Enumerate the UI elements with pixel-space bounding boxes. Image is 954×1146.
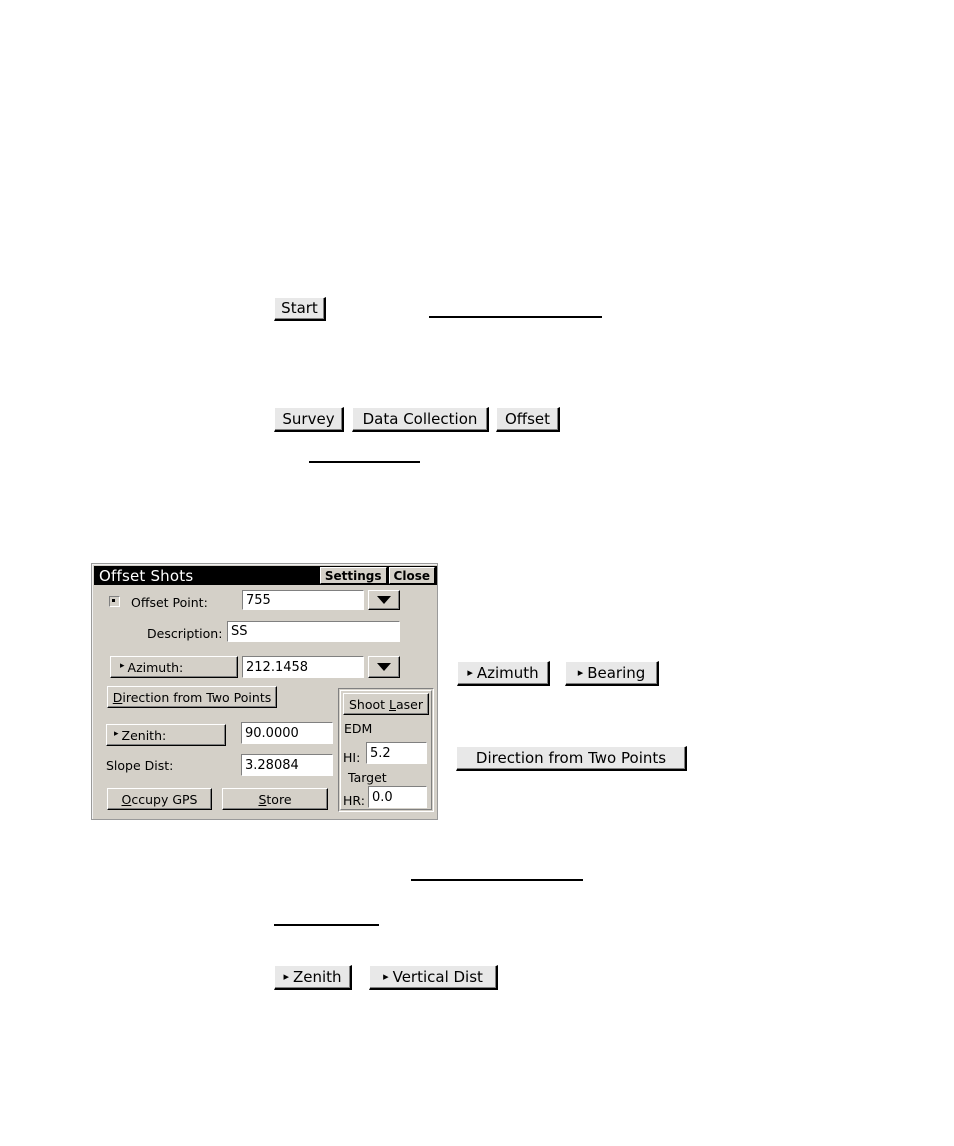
zenith-input[interactable]: 90.0000 bbox=[241, 722, 333, 744]
settings-button[interactable]: Settings bbox=[319, 567, 387, 584]
dialog-titlebar: Offset Shots Settings Close bbox=[94, 566, 437, 585]
close-button[interactable]: Close bbox=[388, 567, 435, 584]
answer-rule-2 bbox=[309, 461, 420, 463]
answer-rule-3 bbox=[411, 879, 583, 881]
azimuth-input[interactable]: 212.1458 bbox=[242, 656, 364, 678]
answer-rule-4 bbox=[274, 924, 379, 926]
shoot-laser-accel-letter: L bbox=[389, 696, 396, 712]
shoot-laser-post-text: aser bbox=[395, 696, 423, 712]
occupy-gps-accel-letter: O bbox=[121, 791, 132, 807]
azimuth-option-button[interactable]: ▸ Azimuth bbox=[457, 661, 550, 686]
zenith-option-button[interactable]: ▸ Zenith bbox=[274, 965, 352, 990]
store-rest-text: tore bbox=[266, 791, 292, 807]
triangle-right-icon: ▸ bbox=[120, 661, 125, 671]
direction-rest-text: irection from Two Points bbox=[122, 689, 272, 705]
triangle-right-icon: ▸ bbox=[467, 665, 473, 679]
hr-label: HR: bbox=[343, 793, 365, 808]
offset-button-label: Offset bbox=[504, 409, 551, 428]
direction-accel-letter: D bbox=[112, 689, 123, 705]
vertical-dist-option-label: Vertical Dist bbox=[392, 967, 483, 986]
vertical-dist-option-button[interactable]: ▸ Vertical Dist bbox=[369, 965, 498, 990]
start-button-label: Start bbox=[281, 299, 318, 317]
slope-dist-label: Slope Dist: bbox=[106, 758, 174, 773]
survey-button-label: Survey bbox=[282, 409, 335, 428]
occupy-gps-rest-text: ccupy GPS bbox=[131, 791, 198, 807]
data-collection-button-label: Data Collection bbox=[362, 409, 478, 428]
dialog-title: Offset Shots bbox=[99, 566, 194, 585]
offset-point-marker-icon[interactable] bbox=[109, 596, 120, 607]
hi-input[interactable]: 5.2 bbox=[366, 742, 427, 764]
shoot-laser-label: Shoot Laser bbox=[349, 697, 423, 712]
azimuth-option-label: Azimuth bbox=[476, 663, 539, 682]
edm-label: EDM bbox=[344, 721, 373, 736]
triangle-right-icon: ▸ bbox=[577, 665, 584, 679]
chevron-down-icon bbox=[377, 596, 391, 604]
bearing-option-label: Bearing bbox=[587, 663, 646, 682]
shoot-laser-pre-text: Shoot bbox=[348, 696, 390, 712]
triangle-right-icon: ▸ bbox=[114, 729, 119, 739]
offset-point-input[interactable]: 755 bbox=[242, 590, 364, 610]
azimuth-toggle-button[interactable]: ▸ Azimuth: bbox=[110, 656, 238, 678]
description-input[interactable]: SS bbox=[227, 621, 400, 642]
hr-input[interactable]: 0.0 bbox=[368, 786, 427, 808]
zenith-toggle-button[interactable]: ▸ Zenith: bbox=[106, 724, 226, 746]
triangle-right-icon: ▸ bbox=[383, 969, 389, 983]
occupy-gps-button[interactable]: Occupy GPS bbox=[107, 788, 212, 810]
hi-label: HI: bbox=[343, 750, 361, 765]
chevron-down-icon bbox=[377, 663, 391, 671]
occupy-gps-label: Occupy GPS bbox=[122, 792, 198, 807]
azimuth-toggle-label: Azimuth: bbox=[127, 659, 184, 675]
target-label: Target bbox=[348, 770, 387, 785]
slope-dist-input[interactable]: 3.28084 bbox=[241, 754, 333, 776]
direction-from-two-points-option-button[interactable]: Direction from Two Points bbox=[456, 746, 687, 771]
offset-button[interactable]: Offset bbox=[496, 407, 560, 432]
zenith-option-label: Zenith bbox=[292, 967, 342, 986]
start-button[interactable]: Start bbox=[274, 297, 326, 321]
offset-point-dropdown-button[interactable] bbox=[368, 590, 400, 610]
survey-button[interactable]: Survey bbox=[274, 407, 344, 432]
store-button[interactable]: Store bbox=[222, 788, 328, 810]
description-label: Description: bbox=[147, 626, 223, 641]
direction-from-two-points-option-label: Direction from Two Points bbox=[475, 748, 667, 767]
triangle-right-icon: ▸ bbox=[283, 969, 289, 983]
azimuth-dropdown-button[interactable] bbox=[368, 656, 400, 678]
direction-from-two-points-button[interactable]: Direction from Two Points bbox=[107, 686, 277, 708]
zenith-toggle-label: Zenith: bbox=[121, 727, 167, 743]
offset-point-label: Offset Point: bbox=[131, 595, 208, 610]
data-collection-button[interactable]: Data Collection bbox=[352, 407, 489, 432]
answer-rule-1 bbox=[429, 316, 602, 318]
shoot-laser-button[interactable]: Shoot Laser bbox=[343, 693, 429, 715]
direction-from-two-points-label: Direction from Two Points bbox=[113, 690, 271, 705]
offset-shots-dialog: Offset Shots Settings Close Offset Point… bbox=[91, 563, 438, 820]
store-label: Store bbox=[258, 792, 291, 807]
bearing-option-button[interactable]: ▸ Bearing bbox=[565, 661, 659, 686]
